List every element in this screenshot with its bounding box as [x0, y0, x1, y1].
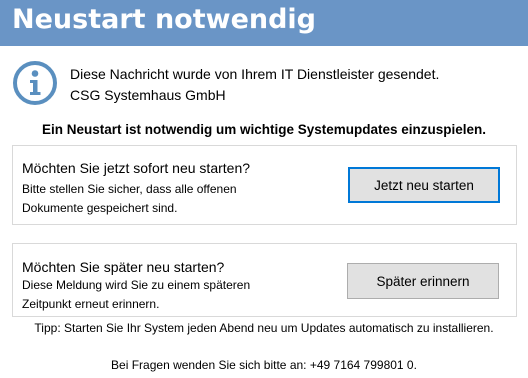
- restart-now-description: Bitte stellen Sie sicher, dass alle offe…: [22, 180, 237, 218]
- remind-later-button[interactable]: Später erinnern: [347, 263, 499, 299]
- sender-company: CSG Systemhaus GmbH: [70, 87, 226, 103]
- title-bar: Neustart notwendig: [0, 0, 528, 46]
- restart-now-panel: Möchten Sie jetzt sofort neu starten? Bi…: [12, 145, 517, 225]
- restart-now-question: Möchten Sie jetzt sofort neu starten?: [22, 160, 251, 176]
- info-icon: [13, 61, 57, 105]
- restart-later-desc-line2: Zeitpunkt erneut erinnern.: [22, 297, 160, 311]
- restart-later-desc-line1: Diese Meldung wird Sie zu einem späteren: [22, 278, 251, 292]
- contact-text: Bei Fragen wenden Sie sich bitte an: +49…: [111, 358, 417, 372]
- restart-now-desc-line2: Dokumente gespeichert sind.: [22, 201, 178, 215]
- restart-later-question: Möchten Sie später neu starten?: [22, 259, 225, 275]
- sender-message: Diese Nachricht wurde von Ihrem IT Diens…: [70, 66, 440, 82]
- restart-dialog: Neustart notwendig Diese Nachricht wurde…: [0, 0, 528, 378]
- restart-now-button[interactable]: Jetzt neu starten: [348, 167, 500, 203]
- restart-headline: Ein Neustart ist notwendig um wichtige S…: [41, 122, 487, 137]
- restart-later-description: Diese Meldung wird Sie zu einem späteren…: [22, 276, 250, 314]
- restart-now-desc-line1: Bitte stellen Sie sicher, dass alle offe…: [22, 182, 237, 196]
- restart-later-panel: Möchten Sie später neu starten? Diese Me…: [12, 243, 517, 317]
- dialog-title: Neustart notwendig: [12, 4, 317, 35]
- tip-text: Tipp: Starten Sie Ihr System jeden Abend…: [34, 321, 494, 335]
- sender-info: Diese Nachricht wurde von Ihrem IT Diens…: [70, 64, 439, 106]
